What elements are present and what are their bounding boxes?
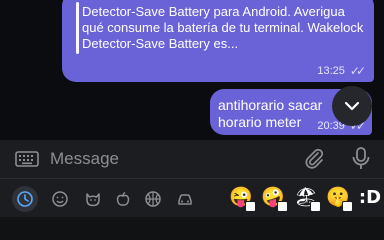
tab-recent[interactable] <box>12 186 38 212</box>
sticker-5[interactable]: :D <box>358 186 382 210</box>
paperclip-icon[interactable] <box>302 147 326 171</box>
food-icon <box>116 191 130 206</box>
microphone-icon[interactable] <box>350 146 372 172</box>
chat-area: Detector-Save Battery para Android. Aver… <box>0 0 384 140</box>
sticker-text: :D <box>358 187 382 208</box>
emoji-category-bar: 😜 🤪 🏖 🤫 :D <box>0 178 384 217</box>
link-preview-message[interactable]: Detector-Save Battery para Android. Aver… <box>62 0 374 82</box>
read-checkmarks-icon: ✓✓ <box>349 64 366 78</box>
sticker-4[interactable]: 🤫 <box>326 186 353 212</box>
tab-smileys[interactable] <box>47 186 73 212</box>
lock-icon <box>342 201 353 212</box>
scroll-down-button[interactable] <box>332 86 372 126</box>
recent-icon <box>17 191 33 207</box>
message-input[interactable] <box>50 148 270 170</box>
message-timestamp: 13:25 ✓✓ <box>317 64 366 78</box>
travel-icon <box>178 194 192 205</box>
tab-animals[interactable] <box>80 186 106 212</box>
smileys-icon <box>52 191 68 207</box>
sticker-2[interactable]: 🤪 <box>261 186 288 212</box>
lock-icon <box>310 201 321 212</box>
link-preview-text: Detector-Save Battery para Android. Aver… <box>82 4 364 51</box>
lock-icon <box>277 201 288 212</box>
sticker-3[interactable]: 🏖 <box>294 186 321 212</box>
animals-icon <box>86 193 100 207</box>
message-composer <box>0 140 384 178</box>
sticker-1[interactable]: 😜 <box>229 186 256 212</box>
timestamp-text: 13:25 <box>317 65 345 77</box>
chevron-down-icon <box>344 101 360 111</box>
tab-food[interactable] <box>110 186 136 212</box>
tab-travel[interactable] <box>172 186 198 212</box>
tab-sports[interactable] <box>140 186 166 212</box>
keyboard-icon[interactable] <box>15 148 39 170</box>
lock-icon <box>245 201 256 212</box>
preview-accent-bar <box>76 2 79 54</box>
sports-icon <box>145 191 161 207</box>
